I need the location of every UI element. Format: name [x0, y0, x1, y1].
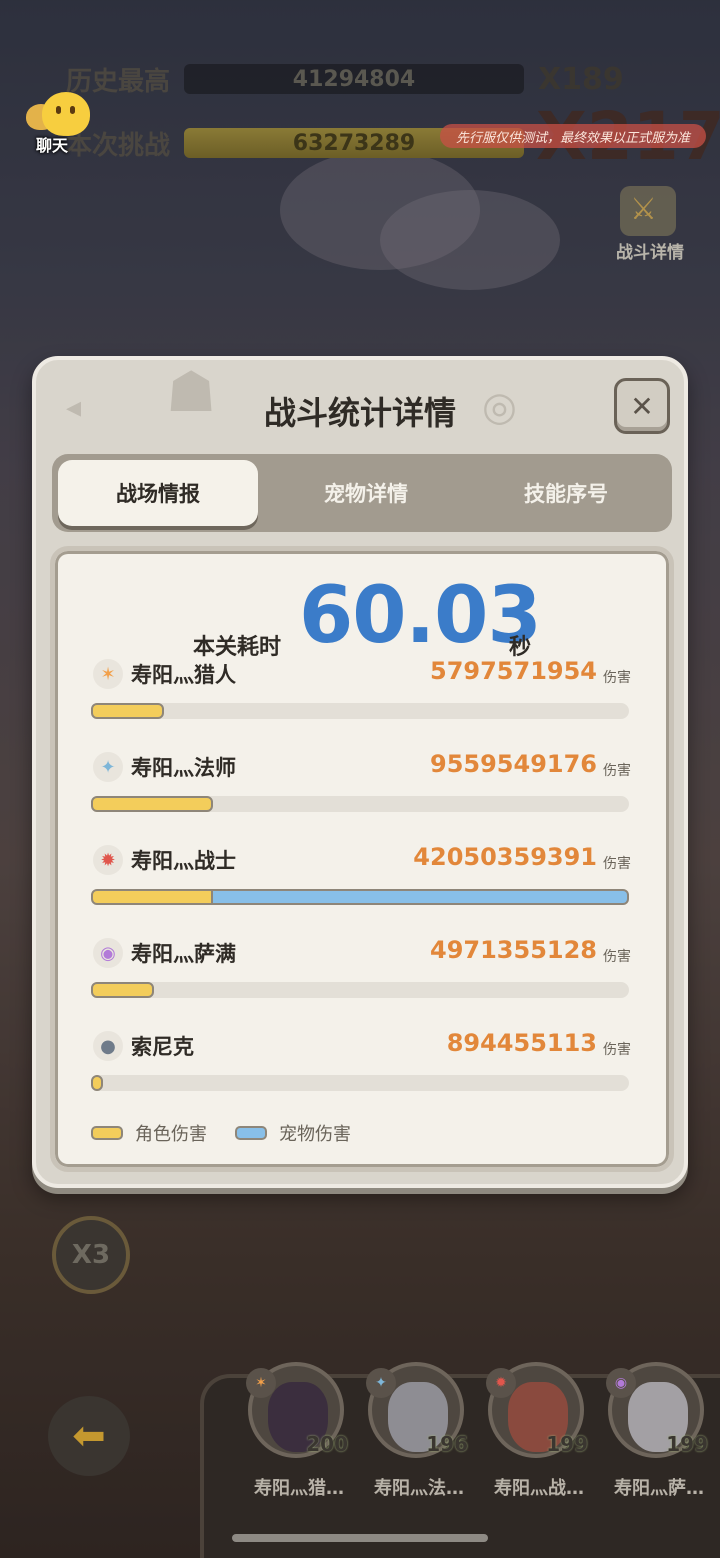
hero-level: 196	[426, 1432, 468, 1456]
home-indicator[interactable]	[232, 1534, 488, 1542]
battle-detail-button[interactable]: ⚔ 战斗详情	[608, 186, 692, 266]
damage-row: ✶ 寿阳灬猎人 5797571954 伤害	[91, 657, 631, 735]
dialog-title: 战斗统计详情	[263, 394, 456, 432]
character-damage-fill	[91, 982, 154, 998]
damage-bar	[91, 1075, 629, 1091]
character-damage-fill	[91, 796, 213, 812]
best-multiplier: X189	[538, 62, 624, 97]
hero-name: 寿阳灬萨…	[614, 1478, 704, 1499]
damage-row-value: 5797571954	[430, 657, 597, 685]
mage-icon: ✦	[93, 752, 123, 782]
hero-class-icon: ◉	[606, 1368, 636, 1398]
chat-label: 聊天	[36, 136, 69, 155]
damage-row-unit: 伤害	[603, 670, 631, 686]
damage-row-name: 寿阳灬战士	[131, 849, 236, 873]
test-server-notice: 先行服仅供测试，最终效果以正式服为准	[440, 124, 706, 148]
damage-bar	[91, 889, 629, 905]
speed-button[interactable]: X3	[52, 1216, 130, 1294]
hero-name: 寿阳灬战…	[494, 1478, 584, 1499]
character-damage-fill	[91, 1075, 103, 1091]
back-button[interactable]: ⬅	[48, 1396, 130, 1476]
hero-level: 199	[546, 1432, 588, 1456]
back-arrow-icon: ⬅	[72, 1413, 106, 1459]
stage-time: 本关耗时 60.03 秒	[55, 571, 669, 661]
damage-row-unit: 伤害	[603, 949, 631, 965]
damage-row-value: 4971355128	[430, 936, 597, 964]
warrior-icon: ✹	[93, 845, 123, 875]
tab-bar: 战场情报 宠物详情 技能序号	[52, 454, 672, 532]
damage-bar	[91, 982, 629, 998]
damage-row-name: 寿阳灬法师	[131, 756, 236, 780]
hero-card[interactable]: ✦ 196 寿阳灬法…	[360, 1362, 470, 1502]
damage-row: ● 索尼克 894455113 伤害	[91, 1029, 631, 1107]
hero-class-icon: ✹	[486, 1368, 516, 1398]
damage-row-unit: 伤害	[603, 763, 631, 779]
damage-row-name: 寿阳灬猎人	[131, 663, 236, 687]
legend-label-pet: 宠物伤害	[279, 1124, 351, 1145]
tab-skill-order[interactable]: 技能序号	[466, 460, 666, 526]
crossed-swords-icon: ⚔	[620, 186, 676, 236]
hero-class-icon: ✦	[366, 1368, 396, 1398]
character-damage-fill	[91, 703, 164, 719]
hero-level: 200	[306, 1432, 348, 1456]
close-icon: ✕	[630, 389, 654, 423]
chat-button[interactable]: 聊天	[26, 92, 92, 155]
hero-name: 寿阳灬猎…	[254, 1478, 344, 1499]
background-cloud	[380, 190, 560, 290]
best-score-row: 历史最高 41294804	[66, 62, 524, 97]
hero-card[interactable]: ✹ 199 寿阳灬战…	[480, 1362, 590, 1502]
hunter-icon: ✶	[93, 659, 123, 689]
damage-row: ✦ 寿阳灬法师 9559549176 伤害	[91, 750, 631, 828]
damage-row-unit: 伤害	[603, 856, 631, 872]
shaman-icon: ◉	[93, 938, 123, 968]
legend-swatch-character	[91, 1126, 123, 1140]
damage-row-value: 894455113	[446, 1029, 597, 1057]
stage-time-label: 本关耗时	[193, 635, 282, 660]
battle-info-panel: 本关耗时 60.03 秒 ✶ 寿阳灬猎人 5797571954 伤害 ✦ 寿阳灬法师 955…	[50, 546, 674, 1172]
hero-name: 寿阳灬法…	[374, 1478, 464, 1499]
damage-row-name: 寿阳灬萨满	[131, 942, 236, 966]
best-score-bar: 41294804	[184, 64, 524, 94]
damage-row-name: 索尼克	[131, 1035, 194, 1059]
battle-stats-dialog: ◂ ☗ ◎ 战斗统计详情 ✕ 战场情报 宠物详情 技能序号 本关耗时 60.03…	[32, 356, 688, 1188]
chat-face-icon	[42, 92, 90, 136]
damage-row: ◉ 寿阳灬萨满 4971355128 伤害	[91, 936, 631, 1014]
hero-level: 199	[666, 1432, 708, 1456]
damage-bar	[91, 796, 629, 812]
pet-icon: ●	[93, 1031, 123, 1061]
legend-label-character: 角色伤害	[135, 1124, 207, 1145]
battle-detail-label: 战斗详情	[616, 243, 684, 263]
close-button[interactable]: ✕	[614, 378, 670, 434]
damage-legend: 角色伤害 宠物伤害	[91, 1119, 379, 1147]
tab-battlefield-info[interactable]: 战场情报	[58, 460, 258, 526]
damage-row-value: 42050359391	[413, 843, 597, 871]
damage-row-unit: 伤害	[603, 1042, 631, 1058]
hero-card[interactable]: ✶ 200 寿阳灬猎…	[240, 1362, 350, 1502]
hero-class-icon: ✶	[246, 1368, 276, 1398]
legend-swatch-pet	[235, 1126, 267, 1140]
pet-damage-fill	[213, 889, 629, 905]
damage-row: ✹ 寿阳灬战士 42050359391 伤害	[91, 843, 631, 921]
character-damage-fill	[91, 889, 213, 905]
stage-time-value: 60.03	[299, 571, 542, 661]
hero-card[interactable]: ◉ 199 寿阳灬萨…	[600, 1362, 710, 1502]
damage-bar	[91, 703, 629, 719]
tab-pet-details[interactable]: 宠物详情	[266, 460, 466, 526]
damage-row-value: 9559549176	[430, 750, 597, 778]
